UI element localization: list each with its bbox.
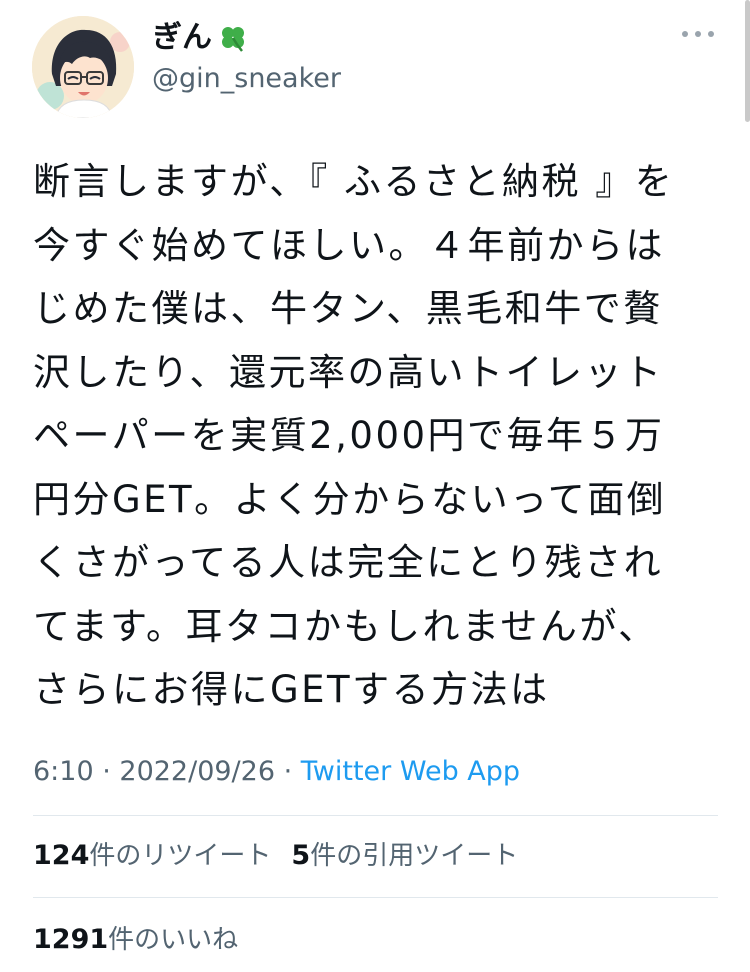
avatar[interactable] xyxy=(32,16,134,118)
avatar-illustration xyxy=(32,16,134,118)
likes-label: 件のいいね xyxy=(108,925,239,955)
retweets-label: 件のリツイート xyxy=(89,841,272,871)
four-leaf-clover-icon xyxy=(222,27,244,52)
more-dot xyxy=(682,31,688,37)
tweet-line: 円分GET。よく分からないって面倒 xyxy=(33,477,667,521)
meta-separator: · xyxy=(93,756,120,787)
more-dot xyxy=(695,31,701,37)
likes-count: 1291 xyxy=(33,924,109,955)
tweet-line: てます。耳タコかもしれませんが、 xyxy=(33,604,658,648)
retweets-stat[interactable]: 124 件のリツイート xyxy=(33,836,271,876)
user-name-block: ぎん @gin_sneaker xyxy=(152,18,341,98)
divider xyxy=(33,815,718,816)
tweet-line: じめた僕は、牛タン、黒毛和牛で贅 xyxy=(33,287,663,330)
tweet-text: 断言しますが、『 ふるさと納税 』を 今すぐ始めてほしい。４年前からは じめた僕… xyxy=(33,150,723,722)
quotes-label: 件の引用ツイート xyxy=(310,841,519,871)
divider xyxy=(33,897,718,898)
quotes-stat[interactable]: 5 件の引用ツイート xyxy=(291,836,518,876)
tweet-time[interactable]: 6:10 xyxy=(33,756,94,787)
quotes-count: 5 xyxy=(291,840,311,871)
tweet-line: 今すぐ始めてほしい。４年前からは xyxy=(33,223,665,267)
tweet-meta: 6:10 · 2022/09/26 · Twitter Web App xyxy=(33,752,520,792)
tweet-line: くさがってる人は完全にとり残され xyxy=(33,541,664,584)
more-dot xyxy=(708,31,714,37)
more-options-icon[interactable] xyxy=(682,24,714,44)
tweet-line: さらにお得にGETする方法は xyxy=(33,668,550,711)
meta-separator: · xyxy=(275,756,301,787)
engagement-row: 124 件のリツイート 5 件の引用ツイート xyxy=(33,836,538,876)
tweet-line: ペーパーを実質2,000円で毎年５万 xyxy=(33,414,665,457)
tweet-header: ぎん @gin_sneaker xyxy=(32,14,722,118)
display-name-row[interactable]: ぎん xyxy=(152,18,341,58)
tweet-line: 断言しますが、『 ふるさと納税 』を xyxy=(33,160,675,203)
tweet-line: 沢したり、還元率の高いトイレット xyxy=(33,350,664,394)
likes-row: 1291 件のいいね xyxy=(33,920,258,960)
retweets-count: 124 xyxy=(33,840,90,871)
scrollbar[interactable] xyxy=(745,0,750,122)
tweet-date[interactable]: 2022/09/26 xyxy=(119,756,275,787)
likes-stat[interactable]: 1291 件のいいね xyxy=(33,920,238,960)
display-name[interactable]: ぎん xyxy=(152,18,212,58)
user-handle[interactable]: @gin_sneaker xyxy=(152,60,341,98)
tweet-source-link[interactable]: Twitter Web App xyxy=(301,756,520,787)
